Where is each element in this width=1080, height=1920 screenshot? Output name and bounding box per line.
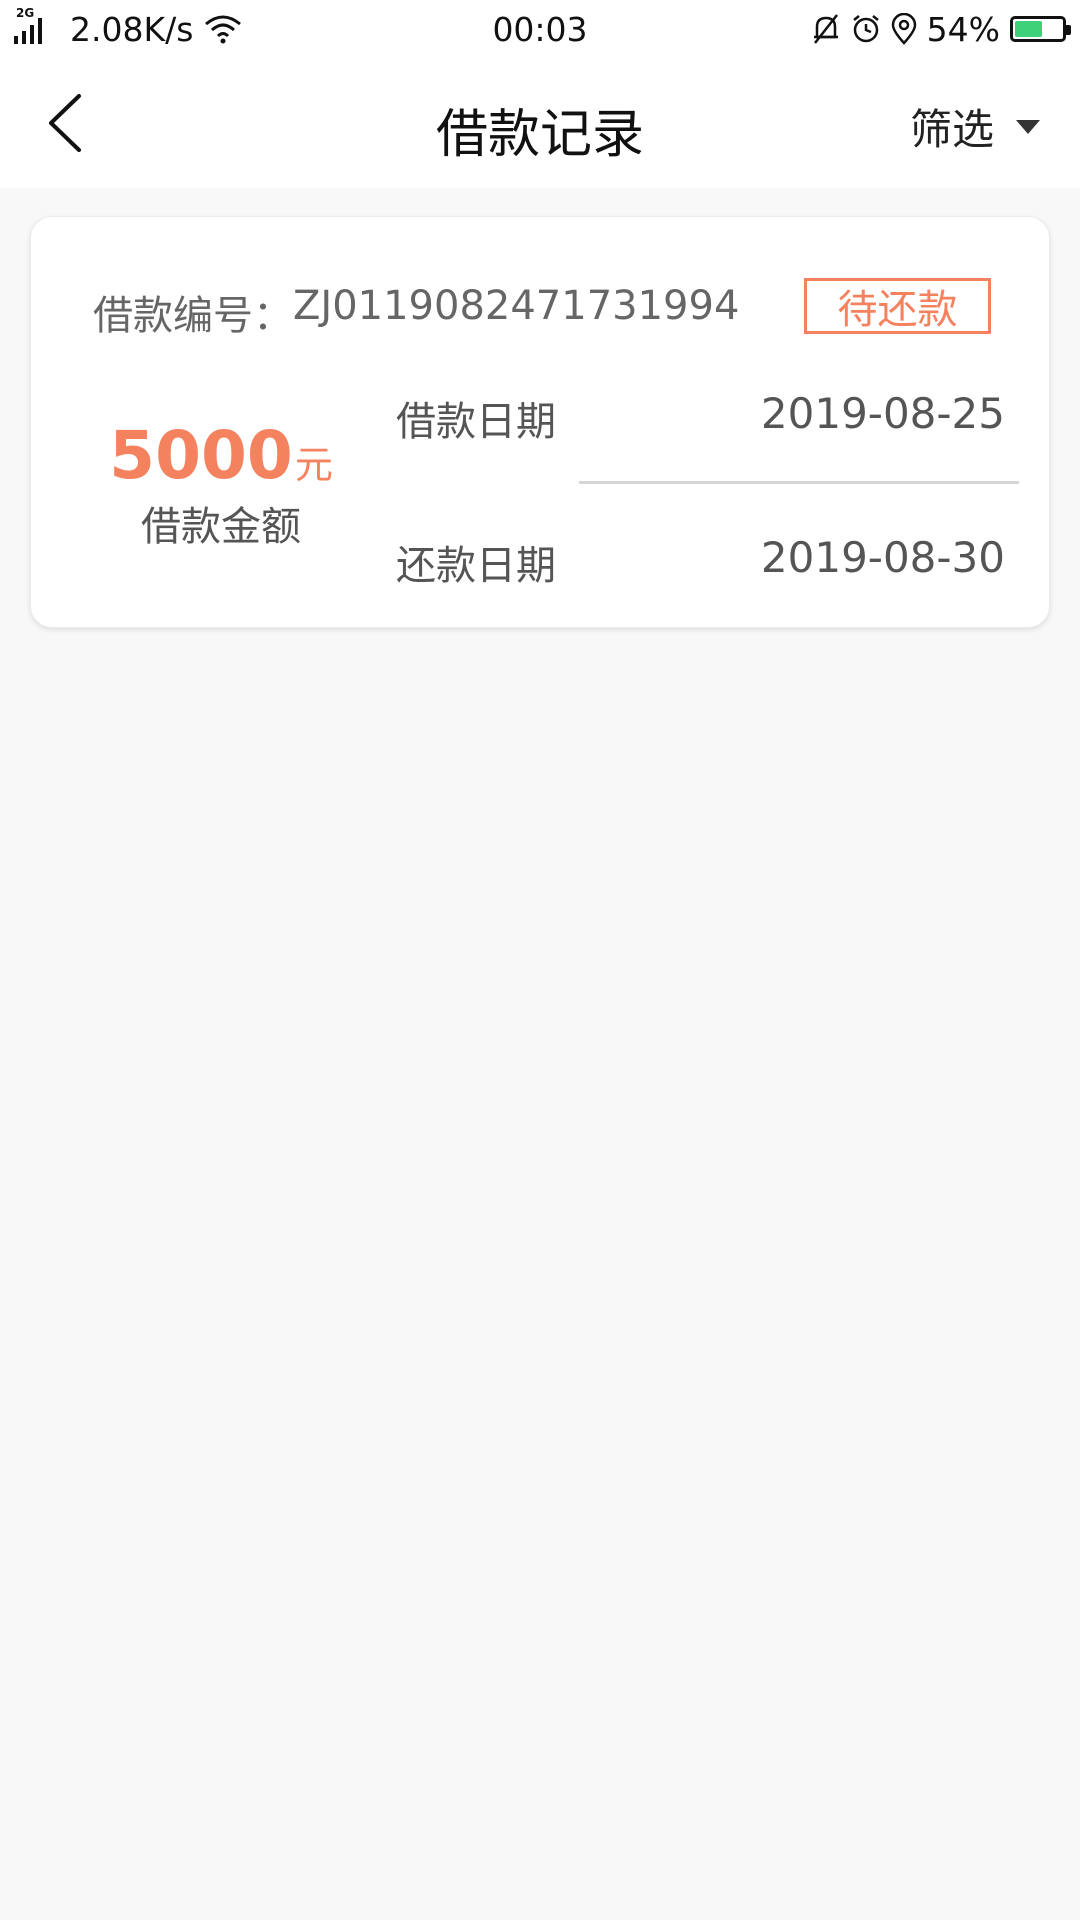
loan-number-label: 借款编号： xyxy=(93,293,293,339)
battery-percent: 54% xyxy=(926,9,1000,49)
status-right: 54% xyxy=(811,8,1071,50)
battery-icon xyxy=(1010,16,1071,42)
loan-amount-unit: 元 xyxy=(294,443,333,487)
filter-button[interactable]: 筛选 xyxy=(910,96,1040,157)
caret-down-icon xyxy=(1016,119,1040,134)
loan-date-label: 借款日期 xyxy=(396,399,556,445)
loan-amount-label: 借款金额 xyxy=(141,504,301,550)
divider xyxy=(579,481,1019,484)
loan-number: 借款编号： ZJ0119082471731994 xyxy=(93,283,739,341)
status-badge: 待还款 xyxy=(804,278,991,334)
repay-date-label: 还款日期 xyxy=(396,543,556,589)
loan-record-card[interactable]: 借款编号： ZJ0119082471731994 待还款 5000 元 借款金额… xyxy=(30,216,1050,628)
repay-date-value: 2019-08-30 xyxy=(760,533,1005,582)
loan-amount: 5000 元 借款金额 xyxy=(91,417,351,552)
filter-label: 筛选 xyxy=(909,105,994,154)
loan-number-value: ZJ0119082471731994 xyxy=(293,283,740,329)
status-bar: 2G 2.08K/s 00:03 54% xyxy=(0,0,1080,58)
nav-bar: 借款记录 筛选 xyxy=(0,58,1080,188)
loan-amount-value: 5000 xyxy=(109,417,293,494)
bell-muted-icon xyxy=(813,14,838,44)
loan-date-value: 2019-08-25 xyxy=(760,389,1005,438)
alarm-icon xyxy=(852,15,879,43)
location-icon xyxy=(891,13,916,45)
